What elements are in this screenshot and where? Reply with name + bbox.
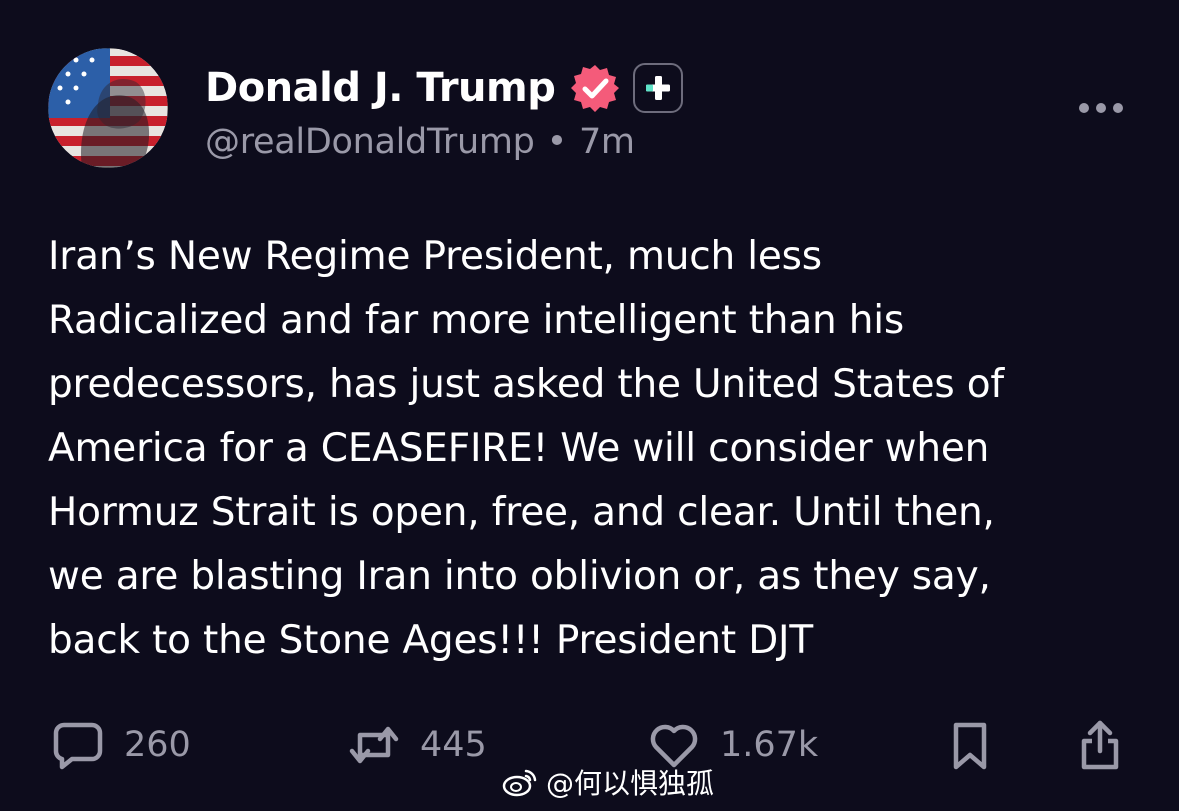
author-name-row: Donald J. Trump (205, 62, 684, 114)
bookmark-icon (953, 722, 987, 770)
plus-icon (646, 76, 671, 100)
more-dots-icon (1079, 103, 1123, 113)
post-text-line: predecessors, has just asked the United … (48, 362, 1004, 407)
author-meta: @realDonaldTrump • 7m (205, 122, 635, 162)
comment-icon (53, 722, 103, 770)
share-button[interactable] (1072, 712, 1128, 778)
weibo-watermark: @何以惧独孤 (502, 762, 714, 802)
post-text-line: America for a CEASEFIRE! We will conside… (48, 426, 990, 471)
share-icon (1081, 720, 1119, 770)
author-handle[interactable]: @realDonaldTrump (205, 122, 535, 162)
flag-portrait-avatar (48, 48, 168, 168)
author-display-name[interactable]: Donald J. Trump (205, 65, 556, 111)
post-text-line: we are blasting Iran into oblivion or, a… (48, 554, 991, 599)
post-text-line: Radicalized and far more intelligent tha… (48, 298, 905, 343)
reply-count: 260 (124, 725, 191, 765)
repost-icon (349, 726, 399, 764)
avatar[interactable] (48, 48, 168, 168)
repost-button[interactable]: 445 (346, 712, 487, 778)
post-timestamp[interactable]: 7m (579, 122, 635, 162)
post-text-line: back to the Stone Ages!!! President DJT (48, 618, 813, 663)
post-body-text: Iran’s New Regime President, much less R… (48, 225, 1138, 673)
subscribe-plus-button[interactable] (633, 63, 684, 113)
bookmark-button[interactable] (942, 712, 998, 778)
post-text-line: Iran’s New Regime President, much less (48, 234, 822, 279)
verified-badge-icon (569, 62, 621, 114)
more-options-button[interactable] (1076, 96, 1126, 120)
weibo-logo-icon (502, 769, 537, 797)
watermark-text: @何以惧独孤 (546, 767, 715, 800)
meta-separator: • (546, 122, 568, 162)
like-count: 1.67k (720, 725, 819, 765)
reply-button[interactable]: 260 (50, 712, 191, 778)
post-card: Donald J. Trump @realDonaldTrump • 7m Iran… (0, 0, 1179, 811)
repost-count: 445 (420, 725, 487, 765)
post-text-line: Hormuz Strait is open, free, and clear. … (48, 490, 995, 535)
